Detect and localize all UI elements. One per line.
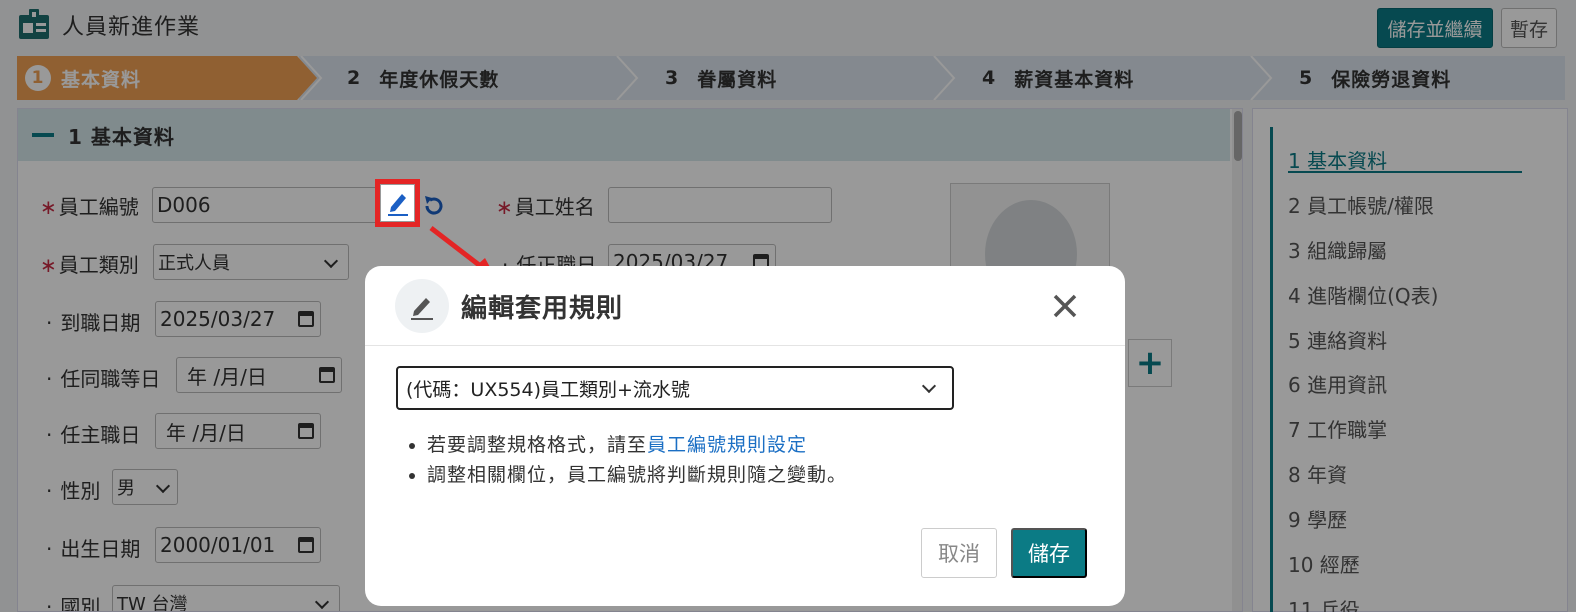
rule-select[interactable]: (代碼：UX554)員工類別+流水號 xyxy=(396,366,954,410)
dialog-header: 編輯套用規則 xyxy=(365,266,1125,346)
cancel-button[interactable]: 取消 xyxy=(921,528,997,578)
rule-settings-link[interactable]: 員工編號規則設定 xyxy=(647,434,807,456)
annotation-highlight-box xyxy=(375,179,420,227)
chevron-down-icon xyxy=(921,378,937,394)
close-icon[interactable] xyxy=(1049,290,1081,322)
edit-rule-dialog: 編輯套用規則 (代碼：UX554)員工類別+流水號 若要調整規格格式，請至員工編… xyxy=(365,266,1125,606)
note-item: 調整相關欄位，員工編號將判斷規則隨之變動。 xyxy=(427,460,847,490)
edit-icon xyxy=(411,298,433,320)
note-item: 若要調整規格格式，請至員工編號規則設定 xyxy=(427,430,847,460)
dialog-notes: 若要調整規格格式，請至員工編號規則設定 調整相關欄位，員工編號將判斷規則隨之變動… xyxy=(427,430,847,490)
rule-select-value: (代碼：UX554)員工類別+流水號 xyxy=(406,378,690,401)
dialog-title: 編輯套用規則 xyxy=(461,294,624,324)
save-button[interactable]: 儲存 xyxy=(1011,528,1087,578)
dialog-icon-circle xyxy=(395,279,449,333)
